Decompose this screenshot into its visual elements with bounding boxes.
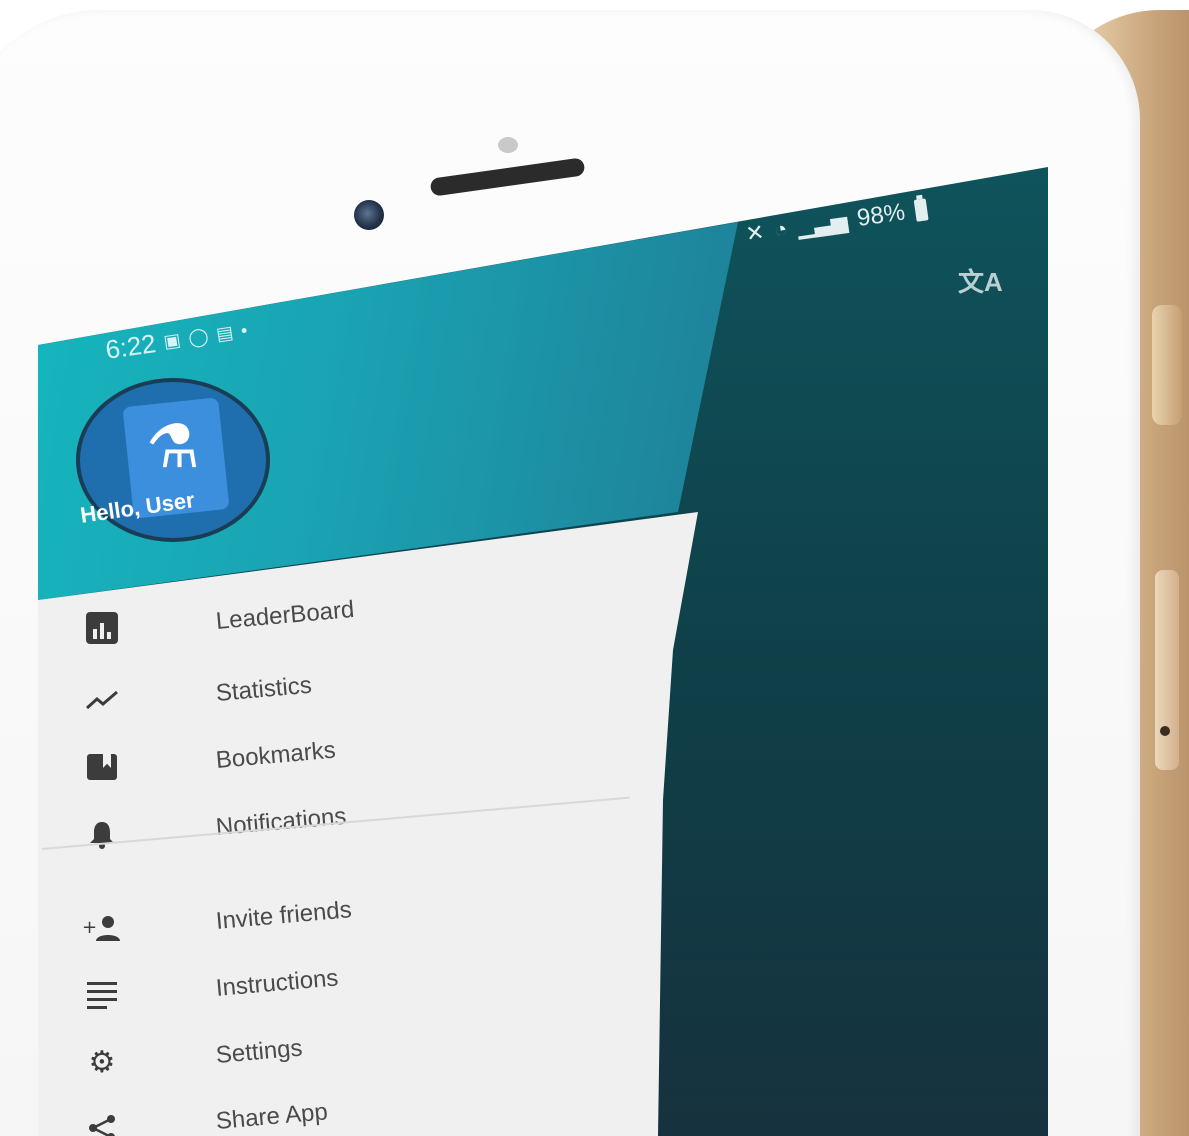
mute-icon: ✕: [744, 219, 766, 247]
image-icon: ▣: [162, 329, 182, 352]
bell-icon: [82, 814, 122, 854]
menu-item-label: Instructions: [214, 964, 340, 1002]
front-camera: [354, 200, 384, 230]
gear-icon: ⚙: [88, 1045, 116, 1079]
signal-icon: ▁▃▅: [795, 207, 850, 240]
menu-item-statistics[interactable]: Statistics: [38, 670, 600, 730]
menu-item-settings[interactable]: ⚙ Settings: [38, 1032, 600, 1092]
wifi-icon: ◔: [772, 216, 789, 243]
battery-percent: 98%: [855, 198, 907, 232]
microscope-icon: ⚗: [146, 413, 200, 480]
menu-item-label: Bookmarks: [214, 736, 337, 774]
menu-item-label: Settings: [214, 1034, 304, 1069]
proximity-sensor: [498, 137, 518, 153]
menu-item-label: Statistics: [214, 671, 313, 707]
translate-icon[interactable]: 文A: [958, 262, 1003, 299]
bookmarks-icon: [82, 747, 122, 787]
menu-item-instructions[interactable]: Instructions: [38, 964, 600, 1025]
whatsapp-icon: ◯: [187, 325, 210, 349]
microphone-hole: [1160, 726, 1170, 736]
svg-text:+: +: [82, 917, 97, 938]
battery-icon: [913, 198, 929, 222]
message-icon: ▤: [214, 322, 235, 345]
leaderboard-icon: [82, 608, 122, 648]
menu-item-invite-friends[interactable]: + Invite friends: [38, 896, 600, 958]
list-icon: [82, 975, 122, 1015]
menu-item-label: Share App: [214, 1098, 329, 1135]
side-slot: [1155, 570, 1179, 770]
menu-item-share-app[interactable]: Share App: [38, 1098, 600, 1136]
menu-item-notifications[interactable]: Notifications: [38, 803, 600, 864]
menu-item-label: Invite friends: [214, 896, 353, 935]
menu-item-leaderboard[interactable]: LeaderBoard: [38, 595, 600, 658]
share-icon: [82, 1108, 122, 1136]
add-person-icon: +: [82, 908, 122, 948]
menu-item-bookmarks[interactable]: Bookmarks: [38, 736, 600, 797]
menu-item-label: LeaderBoard: [214, 595, 356, 635]
power-button: [1152, 305, 1182, 425]
trending-icon: [82, 680, 122, 720]
